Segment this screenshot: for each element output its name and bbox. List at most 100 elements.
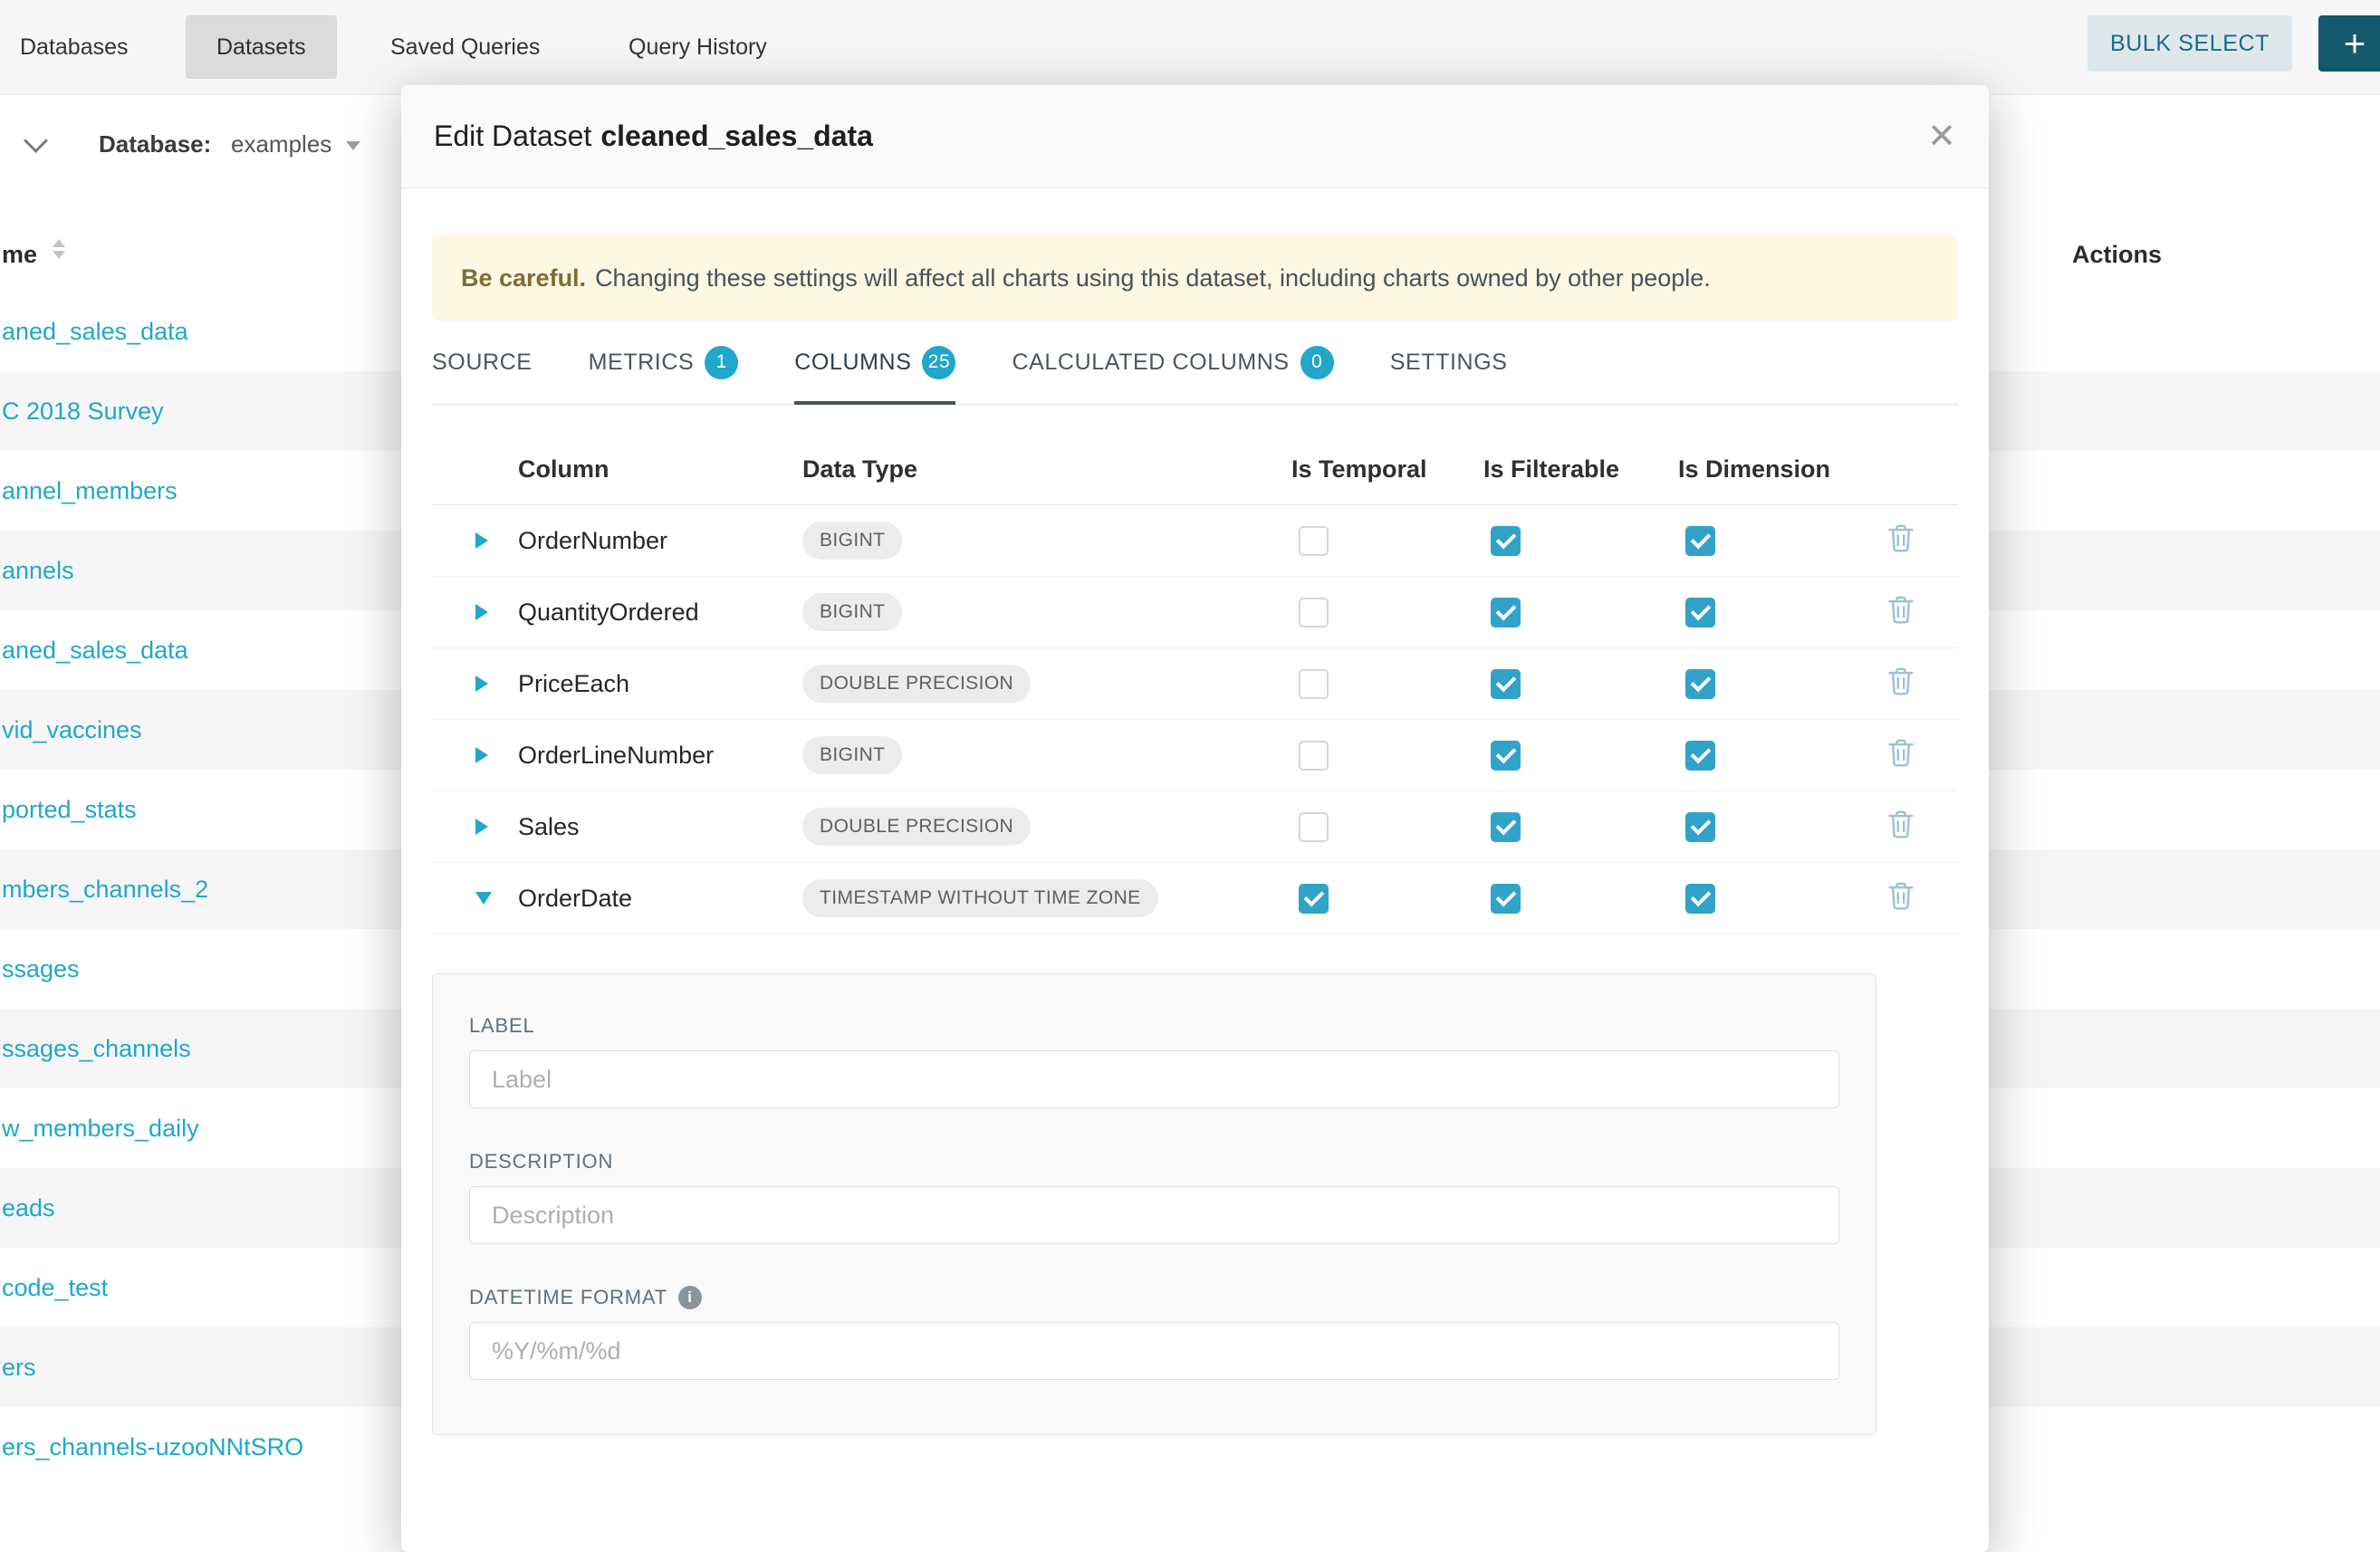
is-temporal-checkbox[interactable] — [1299, 812, 1329, 842]
expand-toggle[interactable] — [432, 675, 518, 692]
column-header: Data Type — [802, 455, 1291, 484]
sort-icon[interactable] — [53, 239, 65, 259]
expand-toggle[interactable] — [432, 604, 518, 620]
name-column-header: me — [2, 217, 37, 292]
datetime-format-label-text: DATETIME FORMAT — [469, 1286, 667, 1309]
delete-column-button[interactable] — [1887, 595, 1915, 624]
sort-down-icon — [53, 251, 65, 259]
column-detail-panel: LABEL DESCRIPTION DATETIME FORMAT i — [432, 973, 1876, 1435]
is-filterable-checkbox-cell — [1483, 884, 1678, 914]
column-type-cell: BIGINT — [802, 522, 1291, 560]
expand-toggle[interactable] — [432, 819, 518, 835]
dataset-name-link[interactable]: aned_sales_data — [2, 318, 188, 346]
data-type-badge: DOUBLE PRECISION — [802, 808, 1031, 846]
dataset-name-link[interactable]: aned_sales_data — [2, 637, 188, 665]
tab-settings[interactable]: SETTINGS — [1390, 321, 1508, 404]
is-filterable-checkbox[interactable] — [1491, 884, 1521, 914]
is-filterable-checkbox[interactable] — [1491, 669, 1521, 699]
dataset-name-link[interactable]: annels — [2, 557, 74, 585]
dataset-name-link[interactable]: annel_members — [2, 477, 178, 505]
is-filterable-checkbox[interactable] — [1491, 741, 1521, 771]
delete-column-button[interactable] — [1887, 881, 1915, 910]
columns-table: ColumnData TypeIs TemporalIs FilterableI… — [432, 434, 1958, 934]
description-input[interactable] — [469, 1186, 1839, 1244]
tab-columns[interactable]: COLUMNS25 — [794, 321, 955, 404]
database-filter-label: Database: — [99, 94, 211, 194]
close-icon[interactable]: ✕ — [1927, 120, 1956, 154]
column-name: Sales — [518, 813, 802, 841]
is-filterable-checkbox[interactable] — [1491, 598, 1521, 628]
is-temporal-checkbox-cell — [1291, 741, 1483, 771]
tab-label: SOURCE — [432, 350, 533, 376]
expand-toggle[interactable] — [432, 532, 518, 549]
is-dimension-checkbox[interactable] — [1685, 741, 1715, 771]
nav-item-saved-queries[interactable]: Saved Queries — [390, 0, 540, 94]
is-temporal-checkbox[interactable] — [1299, 669, 1329, 699]
top-navigation: Databases Datasets Saved Queries Query Hist… — [0, 0, 2380, 95]
is-temporal-checkbox[interactable] — [1299, 598, 1329, 628]
datetime-format-field: DATETIME FORMAT i — [469, 1286, 1839, 1380]
is-dimension-checkbox[interactable] — [1685, 669, 1715, 699]
is-dimension-checkbox-cell — [1678, 669, 1876, 699]
is-filterable-checkbox[interactable] — [1491, 526, 1521, 556]
delete-column-button[interactable] — [1887, 666, 1915, 695]
dataset-name-link[interactable]: vid_vaccines — [2, 716, 142, 744]
expand-toggle[interactable] — [432, 747, 518, 763]
column-actions-cell — [1876, 595, 1958, 630]
is-temporal-checkbox[interactable] — [1299, 884, 1329, 914]
add-button[interactable]: + — [2318, 15, 2380, 72]
collapse-chevron-icon[interactable] — [24, 129, 48, 153]
dataset-name-link[interactable]: ssages_channels — [2, 1035, 191, 1063]
is-temporal-checkbox[interactable] — [1299, 741, 1329, 771]
dataset-name-link[interactable]: code_test — [2, 1274, 108, 1302]
warning-banner-text: Changing these settings will affect all … — [595, 264, 1711, 292]
tab-metrics[interactable]: METRICS1 — [589, 321, 739, 404]
is-filterable-checkbox[interactable] — [1491, 812, 1521, 842]
dataset-name-link[interactable]: w_members_daily — [2, 1115, 199, 1143]
tab-calculated-columns[interactable]: CALCULATED COLUMNS0 — [1012, 321, 1333, 404]
dataset-name-link[interactable]: C 2018 Survey — [2, 398, 164, 426]
nav-item-datasets[interactable]: Datasets — [186, 15, 337, 79]
is-temporal-checkbox[interactable] — [1299, 526, 1329, 556]
dataset-name-link[interactable]: ers_channels-uzooNNtSRO — [2, 1433, 303, 1461]
is-filterable-checkbox-cell — [1483, 598, 1678, 628]
is-temporal-checkbox-cell — [1291, 669, 1483, 699]
column-actions-cell — [1876, 810, 1958, 845]
trash-icon — [1887, 738, 1915, 767]
dataset-name-link[interactable]: ers — [2, 1354, 36, 1382]
dataset-name-link[interactable]: ported_stats — [2, 796, 137, 824]
label-field: LABEL — [469, 1014, 1839, 1108]
column-type-cell: TIMESTAMP WITHOUT TIME ZONE — [802, 879, 1291, 917]
tab-source[interactable]: SOURCE — [432, 321, 533, 404]
datetime-format-input[interactable] — [469, 1322, 1839, 1380]
is-temporal-checkbox-cell — [1291, 812, 1483, 842]
is-dimension-checkbox[interactable] — [1685, 812, 1715, 842]
delete-column-button[interactable] — [1887, 810, 1915, 838]
label-input[interactable] — [469, 1050, 1839, 1108]
tab-count-badge: 25 — [922, 346, 955, 379]
dataset-name-link[interactable]: mbers_channels_2 — [2, 876, 208, 904]
is-dimension-checkbox[interactable] — [1685, 884, 1715, 914]
expand-toggle[interactable] — [432, 892, 518, 905]
is-dimension-checkbox[interactable] — [1685, 526, 1715, 556]
dataset-name-link[interactable]: eads — [2, 1194, 55, 1222]
modal-tabs: SOURCE METRICS1 COLUMNS25 CALCULATED COLUMN… — [432, 321, 1958, 405]
database-filter-select[interactable]: examples — [231, 94, 360, 194]
nav-item-query-history[interactable]: Query History — [629, 0, 767, 94]
column-actions-cell — [1876, 738, 1958, 773]
is-temporal-checkbox-cell — [1291, 598, 1483, 628]
column-type-cell: DOUBLE PRECISION — [802, 665, 1291, 703]
delete-column-button[interactable] — [1887, 523, 1915, 552]
expand-caret-icon — [475, 532, 488, 549]
columns-table-body: OrderNumberBIGINTQuantityOrderedBIGINTPr… — [432, 505, 1958, 934]
delete-column-button[interactable] — [1887, 738, 1915, 767]
datetime-format-field-label: DATETIME FORMAT i — [469, 1286, 1839, 1309]
nav-item-databases[interactable]: Databases — [20, 0, 129, 94]
column-type-cell: DOUBLE PRECISION — [802, 808, 1291, 846]
bulk-select-button[interactable]: BULK SELECT — [2087, 15, 2292, 72]
is-dimension-checkbox[interactable] — [1685, 598, 1715, 628]
tab-label: METRICS — [589, 350, 695, 376]
dataset-name-link[interactable]: ssages — [2, 955, 80, 983]
tab-label: SETTINGS — [1390, 350, 1508, 376]
warning-banner: Be careful. Changing these settings will… — [432, 235, 1958, 321]
